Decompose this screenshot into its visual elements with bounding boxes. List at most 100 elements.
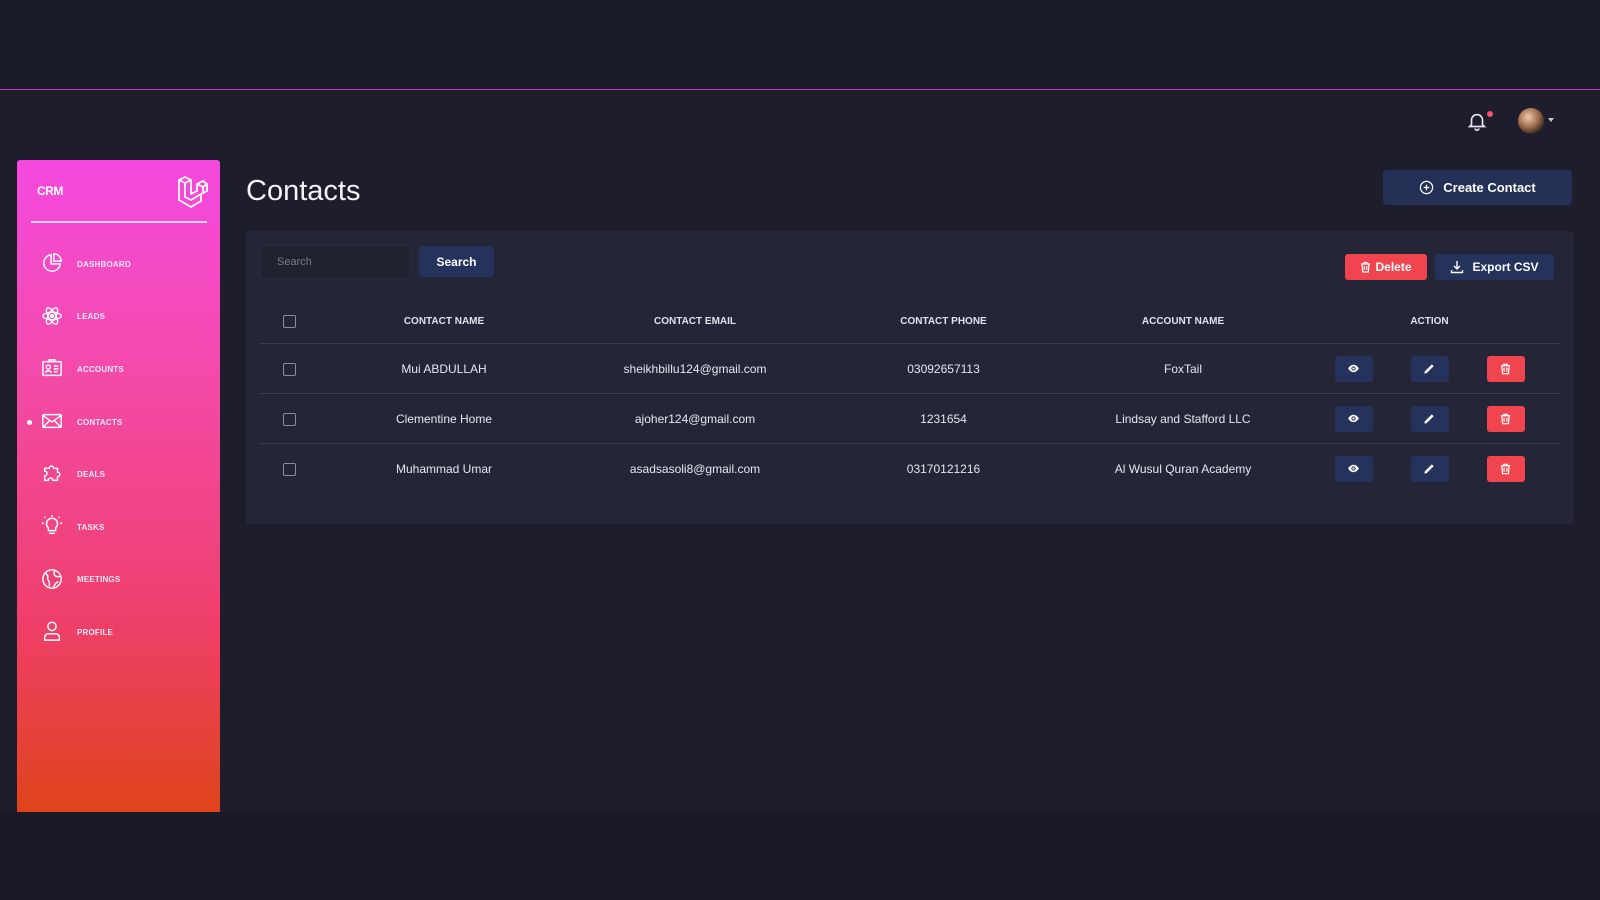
sidebar-item-meetings[interactable]: MEETINGS: [17, 554, 220, 607]
sidebar-item-label: ACCOUNTS: [77, 364, 124, 374]
pencil-icon: [1424, 364, 1434, 374]
row-select-cell: [260, 393, 318, 444]
active-indicator: [27, 419, 32, 425]
sidebar-item-profile[interactable]: PROFILE: [17, 606, 220, 659]
sidebar-item-contacts[interactable]: CONTACTS: [17, 396, 220, 449]
row-actions: [1300, 405, 1559, 432]
avatar[interactable]: [1518, 108, 1544, 134]
trash-icon: [1500, 463, 1511, 475]
row-select-cell: [260, 444, 318, 494]
sidebar-item-label: LEADS: [77, 312, 106, 322]
action-cell: [1299, 444, 1560, 494]
sidebar-item-deals[interactable]: DEALS: [17, 448, 220, 501]
sidebar-item-dashboard[interactable]: DASHBOARD: [17, 238, 220, 291]
brand-name[interactable]: CRM: [37, 184, 63, 198]
table-row: Mui ABDULLAH sheikhbillu124@gmail.com 03…: [260, 343, 1560, 394]
sidebar-item-label: MEETINGS: [77, 575, 121, 585]
contacts-panel: Search Delete Export CSV CONTACT NAME CO…: [246, 231, 1574, 524]
export-csv-label: Export CSV: [1472, 260, 1539, 274]
account-name: FoxTail: [1067, 343, 1299, 394]
pencil-icon: [1424, 464, 1434, 474]
top-band: [0, 0, 1600, 90]
table-row: Clementine Home ajoher124@gmail.com 1231…: [260, 393, 1560, 444]
table-header-row: CONTACT NAME CONTACT EMAIL CONTACT PHONE…: [260, 299, 1560, 344]
contact-phone: 03092657113: [820, 343, 1067, 394]
delete-button[interactable]: Delete: [1345, 254, 1427, 280]
contacts-table: CONTACT NAME CONTACT EMAIL CONTACT PHONE…: [260, 299, 1560, 493]
search-input[interactable]: [260, 245, 410, 279]
sidebar: CRM DASHBOARD LEADS ACCOUNTS CONTACTS DE…: [17, 160, 220, 812]
edit-button[interactable]: [1410, 455, 1449, 482]
notification-badge: [1487, 111, 1493, 117]
edit-button[interactable]: [1410, 355, 1449, 382]
table-row: Muhammad Umar asadsasoli8@gmail.com 0317…: [260, 444, 1560, 494]
plus-circle-icon: [1420, 180, 1434, 195]
delete-row-button[interactable]: [1486, 405, 1525, 432]
trash-icon: [1500, 363, 1511, 375]
view-button[interactable]: [1334, 455, 1373, 482]
bulb-icon: [41, 514, 63, 535]
sidebar-item-label: TASKS: [77, 522, 105, 532]
column-header: CONTACT PHONE: [820, 299, 1067, 344]
sidebar-item-tasks[interactable]: TASKS: [17, 501, 220, 554]
contact-phone: 03170121216: [906, 461, 981, 476]
sidebar-item-accounts[interactable]: ACCOUNTS: [17, 343, 220, 396]
create-contact-button[interactable]: Create Contact: [1383, 170, 1572, 205]
edit-button[interactable]: [1410, 405, 1449, 432]
bottom-band: [0, 812, 1600, 900]
pie-chart-icon: [43, 253, 62, 272]
row-actions: [1300, 355, 1559, 382]
chevron-down-icon[interactable]: [1548, 118, 1554, 122]
contact-name: Mui ABDULLAH: [318, 343, 570, 394]
account-name: Al Wusul Quran Academy: [1114, 461, 1252, 476]
create-contact-label: Create Contact: [1443, 180, 1536, 195]
bell-icon[interactable]: [1466, 110, 1488, 132]
action-cell: [1299, 343, 1560, 394]
column-header: ACCOUNT NAME: [1067, 299, 1299, 344]
eye-icon: [1348, 464, 1359, 473]
trash-icon: [1361, 261, 1371, 273]
row-checkbox[interactable]: [282, 412, 296, 426]
row-select-cell: [260, 343, 318, 394]
sidebar-nav: DASHBOARD LEADS ACCOUNTS CONTACTS DEALS …: [17, 238, 220, 659]
eye-icon: [1348, 414, 1359, 423]
contact-phone: 1231654: [820, 393, 1067, 444]
contact-email: ajoher124@gmail.com: [570, 393, 820, 444]
eye-icon: [1348, 364, 1359, 373]
sidebar-item-label: PROFILE: [77, 627, 114, 637]
sidebar-item-label: DEALS: [77, 470, 106, 480]
delete-label: Delete: [1375, 260, 1412, 274]
column-header: CONTACT EMAIL: [570, 299, 820, 344]
contact-name: Clementine Home: [318, 393, 570, 444]
contact-name: Muhammad Umar: [395, 461, 493, 476]
view-button[interactable]: [1334, 355, 1373, 382]
action-cell: [1299, 393, 1560, 444]
download-icon: [1451, 261, 1464, 274]
account-name: Lindsay and Stafford LLC: [1067, 393, 1299, 444]
row-actions: [1300, 455, 1559, 482]
select-all-cell: [260, 299, 318, 344]
laravel-logo-icon: [178, 176, 208, 208]
sidebar-item-leads[interactable]: LEADS: [17, 291, 220, 344]
delete-row-button[interactable]: [1486, 355, 1525, 382]
trash-icon: [1500, 413, 1511, 425]
column-header: ACTION: [1299, 299, 1560, 344]
view-button[interactable]: [1334, 405, 1373, 432]
delete-row-button[interactable]: [1486, 455, 1525, 482]
contact-email: sheikhbillu124@gmail.com: [570, 343, 820, 394]
sidebar-item-label: DASHBOARD: [77, 259, 131, 269]
contact-email: asadsasoli8@gmail.com: [629, 461, 761, 476]
user-icon: [43, 621, 61, 642]
row-checkbox[interactable]: [282, 362, 296, 376]
sidebar-item-label: CONTACTS: [77, 417, 123, 427]
puzzle-icon: [43, 465, 61, 482]
atom-icon: [42, 306, 62, 325]
page-title: Contacts: [246, 175, 361, 208]
row-checkbox[interactable]: [282, 462, 296, 476]
column-header: CONTACT NAME: [318, 299, 570, 344]
export-csv-button[interactable]: Export CSV: [1435, 254, 1554, 280]
pencil-icon: [1424, 414, 1434, 424]
id-card-icon: [42, 359, 62, 377]
select-all-checkbox[interactable]: [282, 314, 296, 328]
search-button[interactable]: Search: [419, 246, 494, 277]
